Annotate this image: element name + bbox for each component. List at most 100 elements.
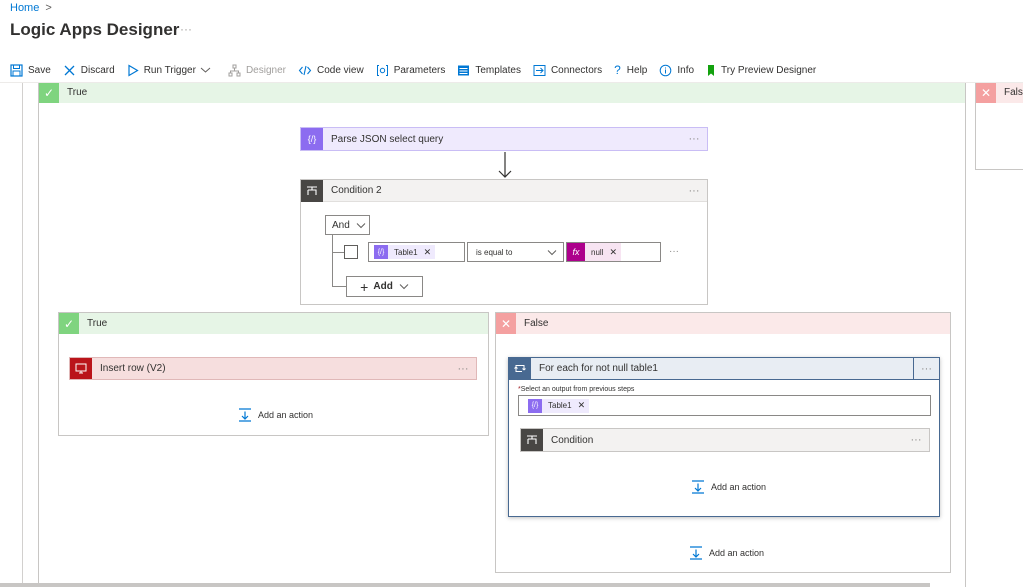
inner-false-header: ✕ False	[496, 313, 950, 334]
add-condition-label: Add	[373, 281, 393, 292]
add-action-label: Add an action	[709, 548, 765, 558]
outer-true-header: ✓ True	[39, 83, 965, 103]
discard-icon	[64, 65, 75, 75]
connectors-icon	[533, 64, 546, 76]
designer-canvas[interactable]: ✓ True ✕ False {/} Parse JSON select que…	[0, 83, 1023, 587]
parse-json-title: Parse JSON select query	[331, 133, 444, 145]
condition-icon	[301, 179, 323, 202]
designer-button[interactable]: Designer	[228, 64, 286, 77]
help-button[interactable]: ? Help	[614, 63, 647, 77]
save-button[interactable]: Save	[10, 63, 51, 77]
sql-server-icon	[70, 358, 92, 379]
title-more-button[interactable]: ···	[180, 22, 192, 36]
breadcrumb: Home >	[10, 2, 52, 14]
inner-true-header: ✓ True	[59, 313, 488, 334]
breadcrumb-home-link[interactable]: Home	[10, 2, 39, 14]
add-action-button[interactable]: Add an action	[238, 408, 313, 422]
condition-icon	[521, 429, 543, 451]
comparison-label: is equal to	[476, 247, 513, 257]
remove-token-icon[interactable]: ✕	[424, 247, 432, 258]
info-label: Info	[677, 64, 695, 76]
parse-json-more-button[interactable]: ···	[681, 133, 707, 145]
variable-icon: {/}	[374, 245, 388, 259]
add-action-icon	[690, 546, 702, 560]
condition-tree-branch-add	[332, 286, 346, 287]
chevron-down-icon	[399, 284, 409, 290]
chevron-down-icon	[547, 249, 557, 255]
variable-icon: {/}	[301, 128, 323, 150]
condition2-more-button[interactable]: ···	[681, 185, 707, 197]
null-token-label: null	[591, 247, 604, 257]
arrow-down-icon	[498, 152, 512, 178]
templates-label: Templates	[475, 64, 521, 76]
connectors-button[interactable]: Connectors	[533, 64, 602, 77]
left-operand-field[interactable]: {/} Table1 ✕	[368, 242, 465, 262]
code-icon	[298, 65, 312, 75]
foreach-more-button[interactable]: ···	[913, 357, 939, 380]
nested-condition-card[interactable]: Condition ···	[520, 428, 930, 452]
chevron-down-icon	[200, 67, 211, 73]
help-label: Help	[626, 64, 648, 76]
code-view-button[interactable]: Code view	[298, 64, 364, 77]
close-icon: ✕	[496, 313, 516, 334]
help-icon: ?	[614, 63, 621, 77]
parameters-label: Parameters	[393, 64, 446, 76]
designer-icon	[228, 64, 241, 76]
add-action-label: Add an action	[711, 482, 767, 492]
try-preview-label: Try Preview Designer	[721, 64, 817, 76]
condition-tree-line	[332, 235, 333, 287]
right-operand-field[interactable]: fx null ✕	[566, 242, 661, 262]
save-label: Save	[28, 64, 51, 76]
try-preview-designer-button[interactable]: Try Preview Designer	[706, 64, 816, 77]
inner-true-label: True	[87, 318, 108, 329]
foreach-add-action-button[interactable]: Add an action	[691, 480, 766, 494]
add-action-icon	[239, 408, 251, 422]
table1-token[interactable]: {/} Table1 ✕	[528, 398, 590, 413]
breadcrumb-separator: >	[45, 2, 52, 14]
and-operator-dropdown[interactable]: And	[325, 215, 370, 235]
add-condition-button[interactable]: + Add	[346, 276, 423, 297]
info-button[interactable]: Info	[659, 64, 694, 77]
parameters-button[interactable]: Parameters	[376, 64, 446, 77]
row-select-checkbox[interactable]	[344, 245, 358, 259]
row-more-button[interactable]: ···	[669, 246, 679, 257]
add-action-button[interactable]: Add an action	[689, 546, 764, 560]
inner-false-label: False	[524, 318, 549, 329]
insert-row-more-button[interactable]: ···	[450, 363, 476, 375]
remove-token-icon[interactable]: ✕	[609, 247, 617, 258]
run-trigger-label: Run Trigger	[143, 64, 196, 76]
remove-token-icon[interactable]: ✕	[578, 400, 586, 411]
foreach-title: For each for not null table1	[539, 363, 658, 374]
loop-icon	[509, 357, 531, 380]
foreach-card[interactable]: For each for not null table1 ··· *Select…	[508, 357, 940, 517]
variable-icon: {/}	[528, 398, 542, 413]
add-action-icon	[692, 480, 704, 494]
nested-condition-more-button[interactable]: ···	[903, 434, 929, 446]
info-icon	[660, 64, 672, 76]
insert-row-title: Insert row (V2)	[100, 363, 166, 374]
function-icon: fx	[567, 243, 585, 261]
select-output-label: *Select an output from previous steps	[518, 386, 634, 393]
close-icon: ✕	[976, 83, 996, 103]
parse-json-card[interactable]: {/} Parse JSON select query ···	[300, 127, 708, 151]
and-operator-label: And	[332, 219, 350, 231]
code-view-label: Code view	[316, 64, 364, 76]
save-icon	[10, 63, 23, 77]
chevron-down-icon	[356, 222, 366, 228]
select-output-field[interactable]: {/} Table1 ✕	[518, 395, 931, 416]
discard-button[interactable]: Discard	[63, 64, 115, 77]
discard-label: Discard	[80, 64, 115, 76]
condition2-card[interactable]: Condition 2 ··· And {/} Table1 ✕ is equa…	[300, 179, 708, 305]
templates-button[interactable]: Templates	[457, 64, 521, 77]
null-token[interactable]: fx null ✕	[567, 243, 621, 261]
table1-token[interactable]: {/} Table1 ✕	[374, 245, 436, 259]
table1-token-label: Table1	[394, 247, 418, 257]
horizontal-scrollbar[interactable]	[0, 583, 930, 587]
condition-tree-branch	[332, 252, 344, 253]
comparison-dropdown[interactable]: is equal to	[467, 242, 564, 262]
run-trigger-button[interactable]: Run Trigger	[127, 63, 216, 77]
outer-false-branch: ✕ False	[975, 83, 1023, 170]
insert-row-card[interactable]: Insert row (V2) ···	[69, 357, 477, 380]
plus-icon: +	[360, 278, 369, 295]
table1-token-label: Table1	[548, 401, 572, 410]
